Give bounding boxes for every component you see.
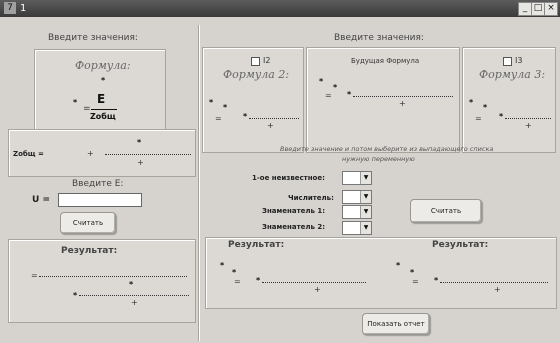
star-icon: * (73, 98, 78, 107)
numerator-combo[interactable]: ▼ (342, 190, 372, 204)
formula-numerator: E (97, 92, 106, 106)
star-icon: * (469, 98, 474, 107)
formula2-plus: + (267, 121, 274, 130)
formula-panel: Формула: * * = E Zобщ (34, 49, 166, 133)
i3-checkbox[interactable] (503, 57, 512, 66)
star-icon: * (410, 268, 415, 277)
fraction-line (353, 96, 453, 97)
field-label-numerator: Числитель: (288, 194, 334, 202)
star-icon: * (333, 83, 338, 92)
u-input[interactable] (58, 193, 142, 207)
field-label-denominator-2: Знаменатель 2: (262, 223, 326, 231)
star-icon: * (483, 103, 488, 112)
denominator1-combo[interactable]: ▼ (342, 205, 372, 219)
i3-label: I3 (515, 56, 523, 65)
zobsh-plus-bottom: + (137, 158, 144, 167)
zobsh-plus: + (87, 149, 94, 158)
result-heading-2: Результат: (432, 240, 489, 250)
chevron-down-icon[interactable]: ▼ (360, 191, 371, 203)
result-heading-left: Результат: (61, 246, 118, 256)
app-icon: 7 (4, 2, 16, 14)
future-formula-title: Будущая Формула (351, 57, 420, 65)
star-icon: * (209, 98, 214, 107)
result-eq-left: = (31, 271, 38, 280)
u-label: U = (32, 195, 50, 205)
denominator2-combo[interactable]: ▼ (342, 221, 372, 235)
formula2-panel: I2 Формула 2: * * = * + (202, 47, 304, 153)
calc-button-left[interactable]: Считать (60, 212, 116, 234)
i2-label: I2 (263, 56, 271, 65)
formula2-eq: = (215, 114, 222, 123)
formula3-panel: I3 Формула 3: * * = * + (462, 47, 556, 153)
formula3-eq: = (475, 114, 482, 123)
fraction-line (440, 282, 548, 283)
right-heading: Введите значения: (334, 33, 424, 43)
future-eq: = (325, 91, 332, 100)
unknown-combo[interactable]: ▼ (342, 171, 372, 185)
result-panel-left: Результат: = * * + (8, 239, 196, 323)
fraction-line (79, 295, 189, 296)
result-line-left (39, 276, 187, 277)
input-e-heading: Введите E: (72, 179, 124, 189)
star-icon: * (347, 90, 352, 99)
fraction-line (249, 118, 299, 119)
left-heading: Введите значения: (48, 33, 138, 43)
result2-eq: = (412, 277, 419, 286)
formula-title: Формула: (75, 59, 131, 72)
main-window: Введите значения: Формула: * * = E Zобщ … (0, 17, 560, 343)
star-icon: * (319, 77, 324, 86)
fraction-line (505, 118, 551, 119)
column-divider (198, 25, 199, 341)
star-icon: * (129, 280, 134, 289)
i2-checkbox[interactable] (251, 57, 260, 66)
field-label-denominator-1: Знаменатель 1: (262, 207, 326, 215)
result2-plus: + (494, 285, 501, 294)
star-icon: * (434, 276, 439, 285)
star-icon: * (243, 112, 248, 121)
result1-eq: = (234, 277, 241, 286)
result1-plus: + (314, 285, 321, 294)
maximize-button[interactable]: □ (531, 2, 545, 16)
zobsh-panel: Zобщ = + * + (8, 129, 196, 177)
chevron-down-icon[interactable]: ▼ (360, 222, 371, 234)
calc-button-right[interactable]: Считать (410, 199, 482, 223)
formula3-title: Формула 3: (479, 68, 546, 81)
future-formula-panel: Будущая Формула * * = * + (306, 47, 460, 153)
fraction-line (105, 154, 191, 155)
star-icon: * (223, 103, 228, 112)
result-panel-right: Результат: Результат: * * = * + * * = * … (205, 237, 557, 309)
instruction-line-2: нужную переменную (342, 155, 415, 163)
formula3-plus: + (525, 121, 532, 130)
show-report-button[interactable]: Показать отчет (362, 313, 430, 335)
star-icon: * (232, 268, 237, 277)
star-icon: * (256, 276, 261, 285)
star-icon: * (499, 112, 504, 121)
formula-denominator: Zобщ (90, 112, 116, 121)
future-plus: + (399, 99, 406, 108)
star-icon: * (137, 138, 142, 147)
minimize-button[interactable]: _ (518, 2, 532, 16)
instruction-line-1: Введите значение и потом выберите из вып… (280, 145, 494, 153)
chevron-down-icon[interactable]: ▼ (360, 172, 371, 184)
star-icon: * (101, 76, 106, 85)
title-bar: 7 1 _ □ × (0, 0, 560, 17)
zobsh-label: Zобщ = (13, 150, 44, 158)
star-icon: * (220, 261, 225, 270)
close-button[interactable]: × (544, 2, 558, 16)
fraction-bar (91, 109, 117, 110)
chevron-down-icon[interactable]: ▼ (360, 206, 371, 218)
star-icon: * (73, 291, 78, 300)
window-title: 1 (20, 3, 27, 14)
fraction-line (262, 282, 366, 283)
star-icon: * (396, 261, 401, 270)
result-heading-1: Результат: (228, 240, 285, 250)
formula2-title: Формула 2: (223, 68, 290, 81)
field-label-unknown: 1-ое неизвестное: (252, 174, 325, 182)
result-plus-left: + (131, 298, 138, 307)
